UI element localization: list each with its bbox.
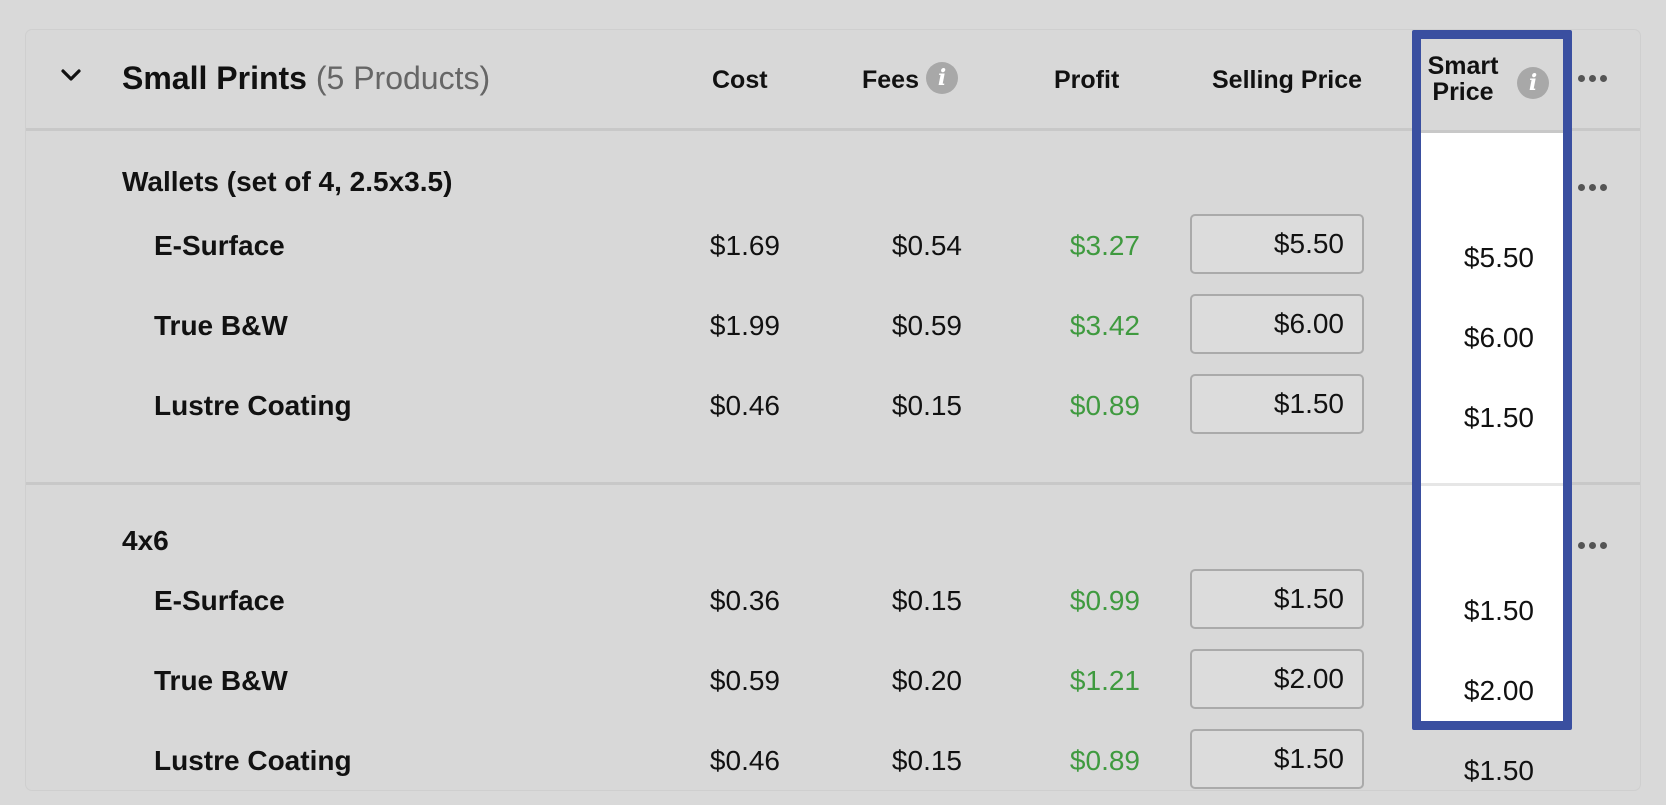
fees-value: $0.15: [891, 585, 962, 616]
fees-value: $0.15: [891, 390, 962, 421]
pricing-card: Small Prints (5 Products) Cost Fees i Pr…: [26, 30, 1640, 790]
product-name: E-Surface: [154, 585, 285, 616]
profit-value: $0.99: [1069, 585, 1140, 616]
fees-value: $0.54: [891, 230, 962, 261]
cost-value: $1.69: [709, 230, 780, 261]
group-more-icon[interactable]: [1578, 184, 1608, 192]
product-name: E-Surface: [154, 230, 285, 261]
selling-price-input[interactable]: [1190, 374, 1364, 434]
section-title-text: Small Prints: [122, 60, 307, 96]
product-group-4x6: 4x6 E-Surface $0.36 $0.15 $0.99 True B&W…: [26, 485, 1640, 805]
section-more-icon[interactable]: [1578, 75, 1608, 83]
table-row: Lustre Coating $0.46 $0.15 $0.89: [26, 374, 1640, 438]
product-name: Lustre Coating: [154, 745, 352, 776]
profit-value: $0.89: [1069, 745, 1140, 776]
cost-value: $0.46: [709, 745, 780, 776]
column-header-selling-price: Selling Price: [1212, 66, 1363, 94]
table-row: True B&W $0.59 $0.20 $1.21: [26, 649, 1640, 713]
product-name: True B&W: [154, 310, 288, 341]
fees-value: $0.20: [891, 665, 962, 696]
group-title: 4x6: [122, 525, 169, 556]
fees-value: $0.15: [891, 745, 962, 776]
cost-value: $0.46: [709, 390, 780, 421]
smart-price-info-icon[interactable]: i: [1517, 67, 1549, 99]
column-header-smart-price: Smart Price: [1425, 53, 1501, 105]
column-header-profit: Profit: [1054, 66, 1120, 94]
cost-value: $0.59: [709, 665, 780, 696]
smart-price-column-highlight: Smart Price i: [1412, 30, 1572, 730]
table-row: Lustre Coating $0.46 $0.15 $0.89: [26, 729, 1640, 793]
product-group-wallets: Wallets (set of 4, 2.5x3.5) E-Surface $1…: [26, 128, 1640, 478]
cost-value: $1.99: [709, 310, 780, 341]
table-row: E-Surface $1.69 $0.54 $3.27: [26, 214, 1640, 278]
profit-value: $3.42: [1069, 310, 1140, 341]
column-header-cost: Cost: [712, 66, 768, 94]
product-name: True B&W: [154, 665, 288, 696]
column-header-fees: Fees: [862, 66, 919, 94]
smart-column-divider: [1421, 483, 1563, 486]
fees-value: $0.59: [891, 310, 962, 341]
selling-price-input[interactable]: [1190, 294, 1364, 354]
group-title: Wallets (set of 4, 2.5x3.5): [122, 166, 453, 197]
smart-price-label-line1: Smart: [1427, 52, 1499, 80]
profit-value: $3.27: [1069, 230, 1140, 261]
selling-price-input[interactable]: [1190, 214, 1364, 274]
section-header: Small Prints (5 Products) Cost Fees i Pr…: [26, 30, 1640, 131]
fees-info-icon[interactable]: i: [926, 62, 958, 94]
section-title: Small Prints (5 Products): [122, 60, 490, 97]
table-row: True B&W $1.99 $0.59 $3.42: [26, 294, 1640, 358]
smart-price-label-line2: Price: [1432, 78, 1494, 106]
selling-price-input[interactable]: [1190, 569, 1364, 629]
group-more-icon[interactable]: [1578, 542, 1608, 550]
chevron-down-icon[interactable]: [60, 64, 82, 86]
table-row: E-Surface $0.36 $0.15 $0.99: [26, 569, 1640, 633]
selling-price-input[interactable]: [1190, 649, 1364, 709]
profit-value: $0.89: [1069, 390, 1140, 421]
smart-price-header: Smart Price i: [1421, 39, 1563, 133]
cost-value: $0.36: [709, 585, 780, 616]
product-name: Lustre Coating: [154, 390, 352, 421]
profit-value: $1.21: [1069, 665, 1140, 696]
product-count: (5 Products): [315, 60, 491, 96]
selling-price-input[interactable]: [1190, 729, 1364, 789]
